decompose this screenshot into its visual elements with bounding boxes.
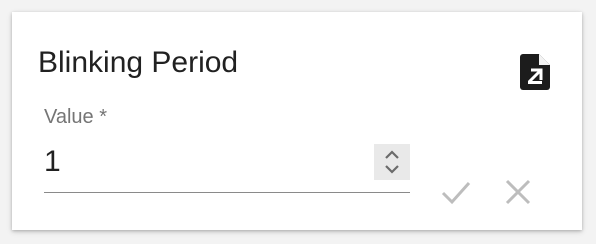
close-icon	[505, 179, 531, 205]
confirm-button[interactable]	[436, 172, 476, 212]
file-export-icon	[520, 54, 550, 90]
value-field-label: Value *	[44, 106, 108, 128]
check-icon	[441, 181, 471, 205]
value-input[interactable]	[44, 142, 364, 182]
number-spinner[interactable]	[374, 144, 410, 180]
value-field-underline	[44, 192, 410, 193]
cancel-button[interactable]	[498, 172, 538, 212]
dialog-title: Blinking Period	[38, 46, 239, 79]
export-file-button[interactable]	[515, 52, 555, 96]
value-field: Value *	[44, 104, 410, 196]
unfold-more-icon	[385, 150, 399, 174]
attribute-edit-card: Blinking Period Value *	[12, 12, 582, 230]
